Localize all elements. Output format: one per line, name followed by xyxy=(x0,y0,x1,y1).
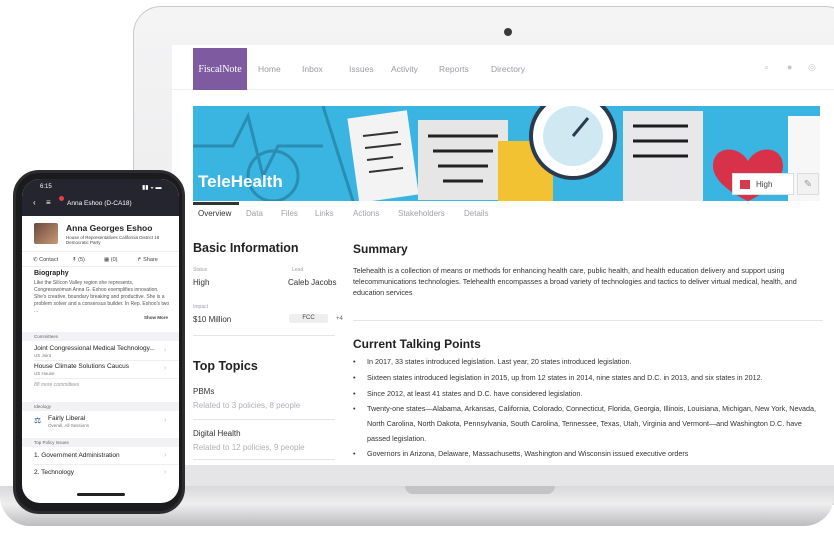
topic-sub: Related to 3 policies, 8 people xyxy=(193,401,301,410)
divider xyxy=(193,419,335,420)
followers-button[interactable]: ↟ (5) xyxy=(72,257,85,263)
lead-value[interactable]: Caleb Jacobs xyxy=(288,278,336,287)
show-more-link[interactable]: Show More xyxy=(144,315,168,320)
member-name: Anna Georges Eshoo xyxy=(66,223,153,233)
divider xyxy=(193,459,335,460)
committees-section: Committees xyxy=(22,332,179,341)
priority-color-swatch xyxy=(740,179,750,189)
user-icon[interactable]: ◎ xyxy=(808,62,816,73)
avatar xyxy=(34,223,58,244)
nav-home[interactable]: Home xyxy=(258,64,281,74)
summary-heading: Summary xyxy=(353,242,408,256)
tab-stakeholders[interactable]: Stakeholders xyxy=(398,209,445,218)
policy-item[interactable]: 2. Technology xyxy=(34,469,74,476)
notification-dot xyxy=(59,196,64,201)
issue-banner xyxy=(193,106,820,201)
committee-item[interactable]: Joint Congressional Medical Technology..… xyxy=(34,345,155,352)
laptop-screen: FiscalNote Home Inbox Issues Activity Re… xyxy=(172,45,834,465)
active-tab-indicator xyxy=(193,202,239,205)
nav-directory[interactable]: Directory xyxy=(491,64,525,74)
divider xyxy=(353,320,823,321)
divider xyxy=(34,378,179,379)
tab-details[interactable]: Details xyxy=(464,209,488,218)
laptop-notch xyxy=(405,486,555,494)
basic-info-heading: Basic Information xyxy=(193,241,299,255)
phone-time: 6:15 xyxy=(40,184,52,190)
committee-item[interactable]: House Climate Solutions Caucus xyxy=(34,363,129,370)
phone-header: 6:15 ▮▮ ◒ ▬ ‹ ≡ Anna Eshoo (D-CA18) xyxy=(22,179,179,216)
tab-overview[interactable]: Overview xyxy=(198,209,231,218)
divider xyxy=(22,266,179,267)
committee-sub: US House xyxy=(34,371,55,376)
menu-icon[interactable]: ≡ xyxy=(46,198,51,207)
ideology-value: Fairly Liberal xyxy=(48,415,86,422)
nav-activity[interactable]: Activity xyxy=(391,64,418,74)
tab-actions[interactable]: Actions xyxy=(353,209,379,218)
chevron-right-icon: › xyxy=(164,469,167,476)
ideology-section: Ideology xyxy=(22,402,179,411)
tab-files[interactable]: Files xyxy=(281,209,298,218)
status-label: Status xyxy=(193,267,208,273)
tag-more[interactable]: +4 xyxy=(336,316,343,322)
tab-links[interactable]: Links xyxy=(315,209,334,218)
tag-pill[interactable]: FCC xyxy=(289,314,328,323)
topic-sub: Related to 12 policies, 9 people xyxy=(193,443,305,452)
topic-name[interactable]: PBMs xyxy=(193,387,214,396)
issue-title: TeleHealth xyxy=(198,172,283,191)
bell-icon[interactable]: ● xyxy=(787,62,792,72)
impact-value: $10 Million xyxy=(193,315,232,324)
ideology-sub: Overall, All Sessions xyxy=(48,423,90,428)
share-button[interactable]: ↱ Share xyxy=(137,257,158,263)
divider xyxy=(193,335,335,336)
bio-heading: Biography xyxy=(34,270,69,277)
status-value: High xyxy=(193,278,210,287)
bio-text: Like the Silicon Valley region she repre… xyxy=(34,280,170,314)
divider xyxy=(34,360,179,361)
nav-issues[interactable]: Issues xyxy=(349,64,374,74)
search-icon[interactable]: ⌕ xyxy=(764,62,769,73)
contact-button[interactable]: ✆ Contact xyxy=(33,257,58,263)
policy-section: Top Policy Issues xyxy=(22,438,179,447)
chevron-right-icon: › xyxy=(164,347,167,354)
nav-inbox[interactable]: Inbox xyxy=(302,64,323,74)
chevron-right-icon: › xyxy=(164,417,167,424)
summary-text: Telehealth is a collection of means or m… xyxy=(353,266,797,297)
top-nav: FiscalNote Home Inbox Issues Activity Re… xyxy=(172,45,834,90)
impact-label: Impact xyxy=(193,304,209,310)
member-party: Democratic Party xyxy=(66,240,101,245)
home-indicator[interactable] xyxy=(77,493,125,496)
nav-reports[interactable]: Reports xyxy=(439,64,469,74)
more-committees-link[interactable]: 88 more committees xyxy=(34,382,79,388)
topic-name[interactable]: Digital Health xyxy=(193,429,241,438)
priority-button[interactable]: High xyxy=(732,173,794,195)
talking-points-heading: Current Talking Points xyxy=(353,337,481,351)
chevron-right-icon: › xyxy=(164,452,167,459)
notes-button[interactable]: ▦ (0) xyxy=(104,257,117,263)
chevron-right-icon: › xyxy=(164,365,167,372)
lead-label: Lead xyxy=(292,267,304,273)
banner-illustration xyxy=(193,106,820,201)
policy-item[interactable]: 1. Government Administration xyxy=(34,452,120,459)
phone-title: Anna Eshoo (D-CA18) xyxy=(67,200,132,207)
top-topics-heading: Top Topics xyxy=(193,359,258,373)
phone-screen: 6:15 ▮▮ ◒ ▬ ‹ ≡ Anna Eshoo (D-CA18) Anna… xyxy=(22,179,179,503)
laptop-camera xyxy=(504,28,512,36)
divider xyxy=(34,464,179,465)
edit-icon[interactable]: ✎ xyxy=(797,173,819,195)
fiscalnote-logo[interactable]: FiscalNote xyxy=(193,48,247,90)
priority-label: High xyxy=(756,179,773,189)
signal-battery-icon: ▮▮ ◒ ▬ xyxy=(142,185,162,191)
committee-sub: US Joint xyxy=(34,353,52,358)
divider xyxy=(22,251,179,252)
scale-icon: ⚖ xyxy=(34,416,42,425)
back-icon[interactable]: ‹ xyxy=(33,198,36,207)
tab-data[interactable]: Data xyxy=(246,209,263,218)
